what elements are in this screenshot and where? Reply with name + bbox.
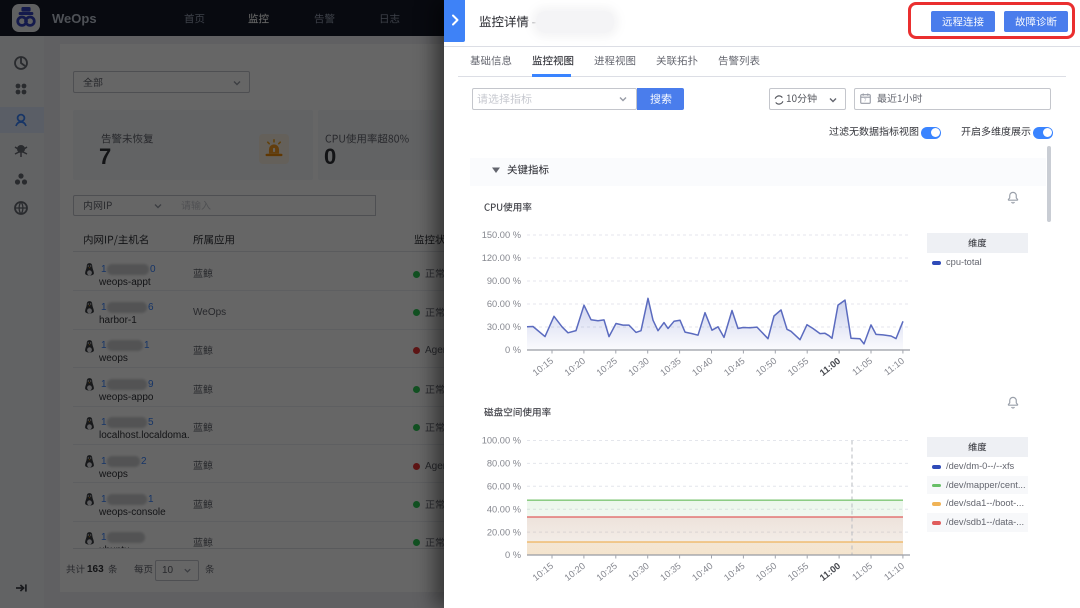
svg-text:7: 7	[864, 98, 867, 103]
